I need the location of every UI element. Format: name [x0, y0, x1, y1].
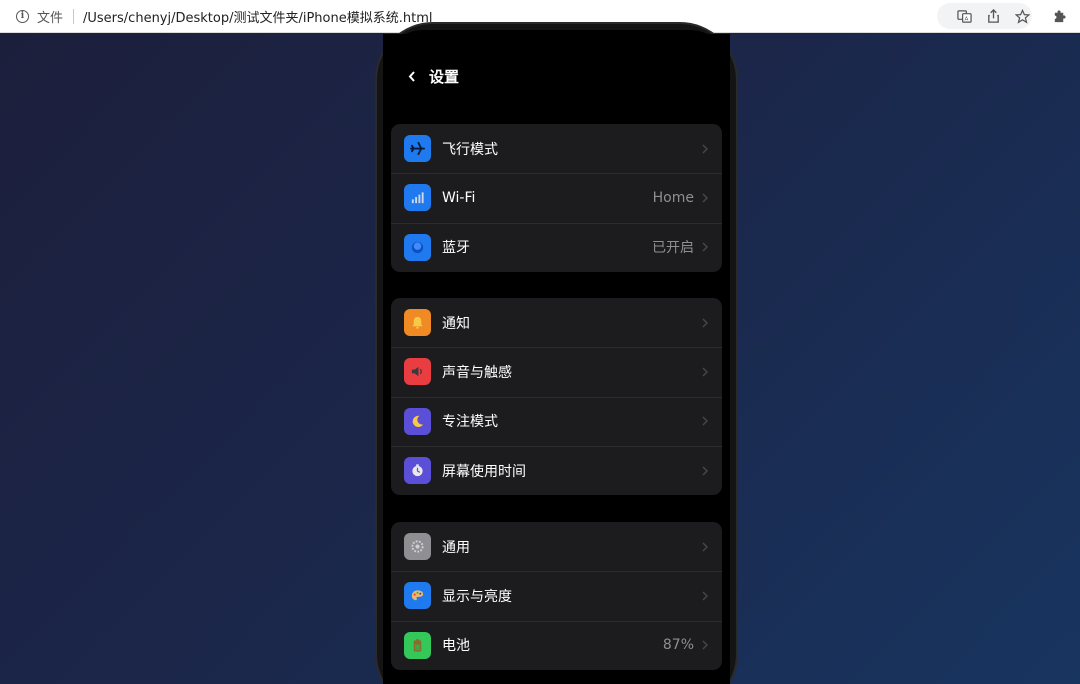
chevron-right-icon: [702, 591, 708, 601]
airplane-icon: [404, 135, 431, 163]
address-bar[interactable]: /Users/chenyj/Desktop/测试文件夹/iPhone模拟系统.h…: [83, 7, 432, 26]
chevron-right-icon: [702, 416, 708, 426]
row-label: 声音与触感: [442, 364, 512, 381]
page-title: 设置: [429, 67, 460, 86]
info-icon[interactable]: i: [16, 9, 29, 23]
chevron-right-icon: [702, 542, 708, 552]
chevron-right-icon: [702, 640, 708, 650]
translate-icon[interactable]: A: [950, 0, 979, 33]
divider: [73, 8, 75, 24]
settings-header: 设置: [383, 64, 730, 88]
chevron-right-icon: [702, 193, 708, 203]
chevron-right-icon: [702, 466, 708, 476]
gear-icon: [404, 533, 431, 561]
row-label: Wi-Fi: [442, 189, 476, 206]
row-label: 通知: [442, 315, 470, 332]
row-label: 蓝牙: [442, 240, 470, 257]
settings-group-general: 通用 显示与亮度 电池 87%: [391, 522, 722, 670]
settings-row-general[interactable]: 通用: [391, 522, 722, 571]
settings-row-wifi[interactable]: Wi-Fi Home: [391, 173, 722, 222]
row-value: 已开启: [652, 240, 694, 257]
settings-row-bluetooth[interactable]: 蓝牙 已开启: [391, 222, 722, 272]
row-value: Home: [652, 189, 694, 206]
toolbar-icons: A: [950, 0, 1080, 33]
phone-screen: 设置 飞行模式 Wi-Fi Home 蓝牙 已开启 通知 声音与触感 专注模式 …: [383, 34, 730, 684]
settings-group-connectivity: 飞行模式 Wi-Fi Home 蓝牙 已开启: [391, 124, 722, 272]
row-label: 飞行模式: [442, 141, 498, 158]
moon-icon: [404, 407, 431, 435]
bluetooth-icon: [404, 233, 431, 261]
back-chevron-icon[interactable]: [405, 69, 419, 83]
file-label: 文件: [37, 10, 64, 26]
settings-group-notifications: 通知 声音与触感 专注模式 屏幕使用时间: [391, 298, 722, 496]
palette-icon: [404, 582, 431, 610]
settings-row-sounds[interactable]: 声音与触感: [391, 347, 722, 396]
row-label: 屏幕使用时间: [442, 463, 526, 480]
settings-row-battery[interactable]: 电池 87%: [391, 620, 722, 670]
settings-row-screen-time[interactable]: 屏幕使用时间: [391, 445, 722, 495]
bell-icon: [404, 309, 431, 337]
share-icon[interactable]: [979, 0, 1008, 33]
settings-row-airplane[interactable]: 飞行模式: [391, 124, 722, 173]
row-label: 专注模式: [442, 414, 498, 431]
row-label: 电池: [442, 638, 470, 655]
chevron-right-icon: [702, 318, 708, 328]
settings-row-focus[interactable]: 专注模式: [391, 396, 722, 446]
chevron-right-icon: [702, 242, 708, 252]
star-icon[interactable]: [1008, 0, 1037, 33]
hourglass-icon: [404, 457, 431, 485]
battery-icon: [404, 631, 431, 659]
settings-row-display[interactable]: 显示与亮度: [391, 571, 722, 620]
speaker-icon: [404, 358, 431, 386]
row-label: 通用: [442, 539, 470, 556]
row-label: 显示与亮度: [442, 588, 512, 605]
chevron-right-icon: [702, 367, 708, 377]
svg-text:A: A: [965, 17, 969, 23]
row-value: 87%: [662, 637, 694, 654]
extension-icon[interactable]: [1045, 0, 1074, 33]
chevron-right-icon: [702, 144, 708, 154]
wifi-icon: [404, 184, 431, 212]
settings-row-notifications[interactable]: 通知: [391, 298, 722, 347]
